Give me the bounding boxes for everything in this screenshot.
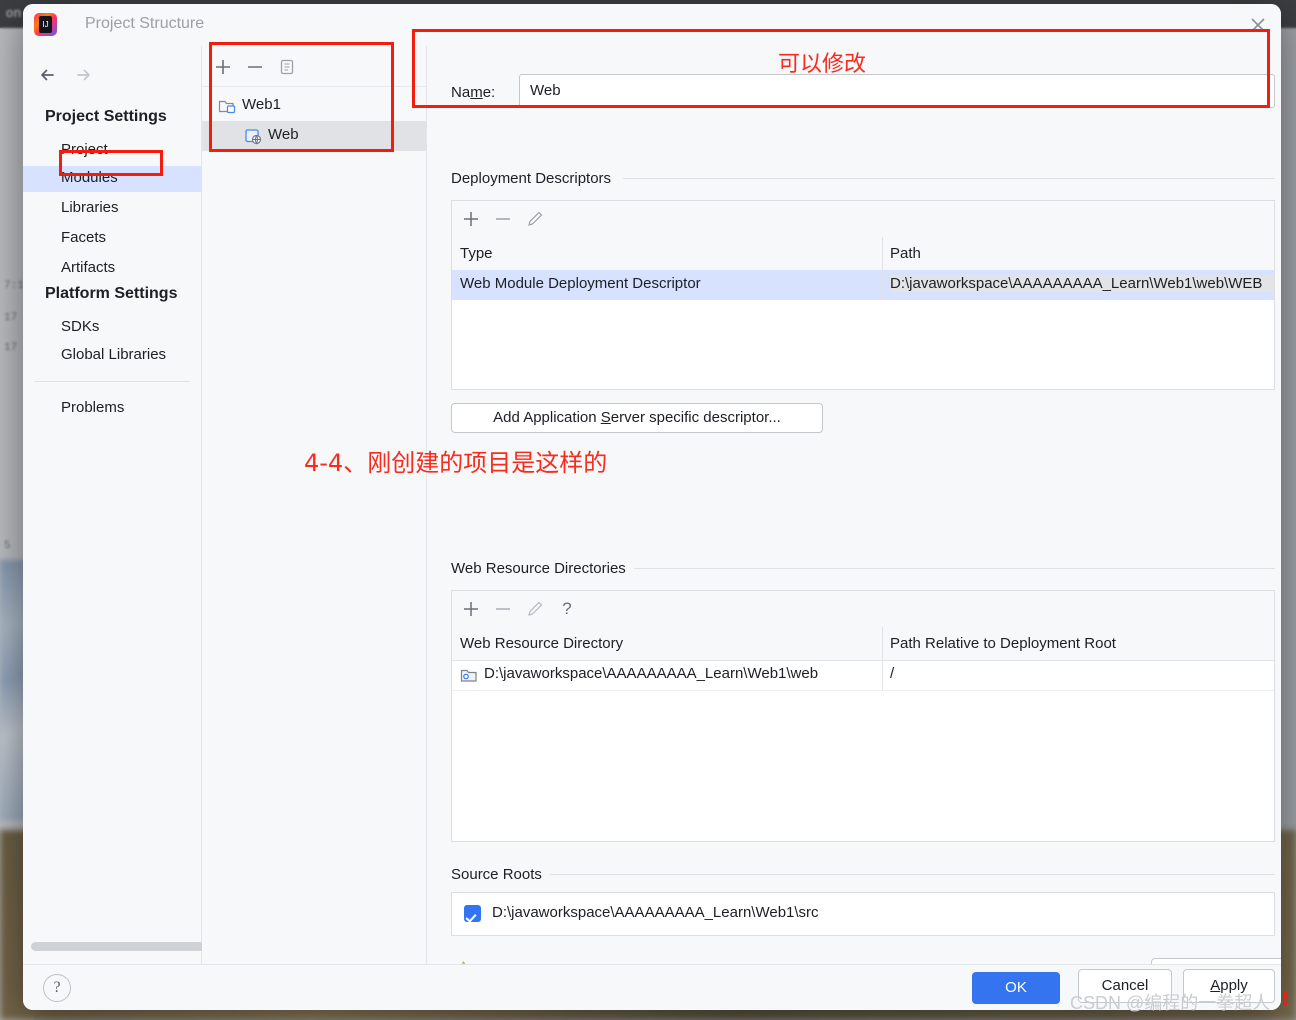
tree-node-web1[interactable]: Web1 — [202, 91, 426, 121]
arrow-right-icon[interactable] — [70, 62, 96, 88]
sidebar-item-label: Project — [61, 141, 108, 158]
plus-icon[interactable] — [460, 208, 482, 230]
cell-type: Web Module Deployment Descriptor — [460, 275, 701, 292]
folder-icon — [460, 667, 478, 684]
question-mark-icon[interactable]: ? — [43, 974, 71, 1002]
question-icon[interactable]: ? — [556, 598, 578, 620]
minus-icon[interactable] — [492, 598, 514, 620]
name-label: Name: — [451, 84, 496, 101]
minus-icon[interactable] — [244, 56, 266, 78]
sidebar-item-label: Libraries — [61, 199, 119, 216]
module-detail-pane: Name: Web Deployment Descriptors Type Pa… — [427, 46, 1281, 988]
deployment-descriptors-title: Deployment Descriptors — [451, 170, 620, 187]
module-name-row: Name: Web — [427, 74, 1281, 114]
annotation-text-top: 可以修改 — [778, 52, 867, 77]
sidebar-heading-platform-settings: Platform Settings — [45, 285, 178, 302]
close-icon[interactable] — [1247, 14, 1269, 36]
navigation-row — [23, 56, 201, 96]
tree-node-label: Web1 — [242, 96, 281, 113]
dialog-title: Project Structure — [85, 15, 205, 32]
cell-path: D:\javaworkspace\AAAAAAAAA_Learn\Web1\we… — [890, 275, 1274, 292]
deployment-descriptors-table: Type Path Web Module Deployment Descript… — [451, 200, 1275, 390]
sidebar-horizontal-scrollbar[interactable] — [31, 942, 217, 951]
web-facet-icon — [244, 127, 263, 145]
annotation-text-middle: 4-4、刚创建的项目是这样的 — [304, 449, 608, 477]
source-roots-list: D:\javaworkspace\AAAAAAAAA_Learn\Web1\sr… — [451, 892, 1275, 936]
module-tree-toolbar — [202, 46, 426, 87]
sidebar-item-libraries[interactable]: Libraries — [23, 196, 201, 222]
column-header-path: Path — [890, 245, 921, 262]
deployment-table-toolbar — [452, 201, 1274, 238]
add-app-server-descriptor-button[interactable]: Add Application Server specific descript… — [451, 403, 823, 433]
deployment-table-header: Type Path — [452, 237, 1274, 271]
annotation-red-mark: ! — [1282, 988, 1289, 1010]
table-row[interactable]: D:\javaworkspace\AAAAAAAAA_Learn\Web1\we… — [452, 660, 1274, 690]
pencil-icon[interactable] — [524, 208, 546, 230]
plus-icon[interactable] — [460, 598, 482, 620]
sidebar-item-sdks[interactable]: SDKs — [23, 315, 201, 341]
sidebar-item-modules[interactable]: Modules — [23, 166, 201, 192]
web-resource-directories-table: ? Web Resource Directory Path Relative t… — [451, 590, 1275, 842]
copy-icon[interactable] — [276, 56, 298, 78]
table-row[interactable]: Web Module Deployment Descriptor D:\java… — [452, 270, 1274, 300]
settings-sidebar: Project Settings Project Modules Librari… — [23, 46, 217, 964]
name-input-value: Web — [530, 82, 561, 99]
tree-node-label: Web — [268, 126, 299, 143]
source-root-label: D:\javaworkspace\AAAAAAAAA_Learn\Web1\sr… — [492, 904, 819, 921]
source-roots-title: Source Roots — [451, 866, 550, 883]
sidebar-item-label: Problems — [61, 399, 125, 416]
row-divider — [452, 690, 1274, 691]
ok-button[interactable]: OK — [972, 972, 1060, 1004]
sidebar-item-label: Artifacts — [61, 259, 116, 276]
column-header-type: Type — [460, 245, 493, 262]
web-resource-table-header: Web Resource Directory Path Relative to … — [452, 627, 1274, 661]
column-header-path-relative: Path Relative to Deployment Root — [890, 635, 1116, 652]
column-divider — [882, 237, 883, 270]
sidebar-heading-project-settings: Project Settings — [45, 108, 167, 125]
sidebar-item-global-libraries[interactable]: Global Libraries — [23, 343, 201, 369]
web-resource-table-toolbar: ? — [452, 591, 1274, 628]
web-resource-directories-title: Web Resource Directories — [451, 560, 634, 577]
intellij-idea-logo-icon: IJ — [34, 13, 57, 36]
source-root-row[interactable]: D:\javaworkspace\AAAAAAAAA_Learn\Web1\sr… — [452, 898, 1274, 930]
sidebar-item-facets[interactable]: Facets — [23, 226, 201, 252]
project-structure-dialog: IJ Project Structure Project Settings Pr… — [23, 4, 1281, 1010]
column-header-web-resource-directory: Web Resource Directory — [460, 635, 624, 652]
cell-path-relative: / — [890, 665, 895, 682]
module-folder-icon — [218, 97, 237, 115]
sidebar-item-label: Facets — [61, 229, 107, 246]
scrollbar-thumb[interactable] — [31, 942, 217, 951]
column-divider — [882, 627, 883, 660]
section-divider — [623, 178, 1275, 179]
plus-icon[interactable] — [212, 56, 234, 78]
tree-node-web[interactable]: Web — [202, 121, 426, 151]
minus-icon[interactable] — [492, 208, 514, 230]
sidebar-item-label: Global Libraries — [61, 346, 167, 363]
cell-web-resource-directory: D:\javaworkspace\AAAAAAAAA_Learn\Web1\we… — [484, 665, 819, 682]
sidebar-item-problems[interactable]: Problems — [23, 396, 201, 422]
sidebar-item-label: Modules — [61, 169, 118, 186]
sidebar-item-project[interactable]: Project — [23, 138, 201, 164]
dialog-titlebar: IJ Project Structure — [23, 4, 1281, 46]
arrow-left-icon[interactable] — [35, 62, 61, 88]
column-divider — [882, 660, 883, 690]
column-divider — [882, 270, 883, 300]
section-divider — [631, 568, 1275, 569]
source-root-checkbox[interactable] — [464, 905, 481, 922]
pencil-icon[interactable] — [524, 598, 546, 620]
name-input[interactable]: Web — [519, 74, 1275, 108]
csdn-watermark: CSDN @编程的一拳超人 — [1070, 993, 1271, 1013]
section-divider — [547, 874, 1275, 875]
module-tree-panel: Web1 Web — [202, 46, 427, 964]
sidebar-item-label: SDKs — [61, 318, 100, 335]
sidebar-item-artifacts[interactable]: Artifacts — [23, 256, 201, 282]
dialog-body: Project Settings Project Modules Librari… — [23, 46, 1281, 988]
sidebar-divider — [35, 381, 190, 382]
